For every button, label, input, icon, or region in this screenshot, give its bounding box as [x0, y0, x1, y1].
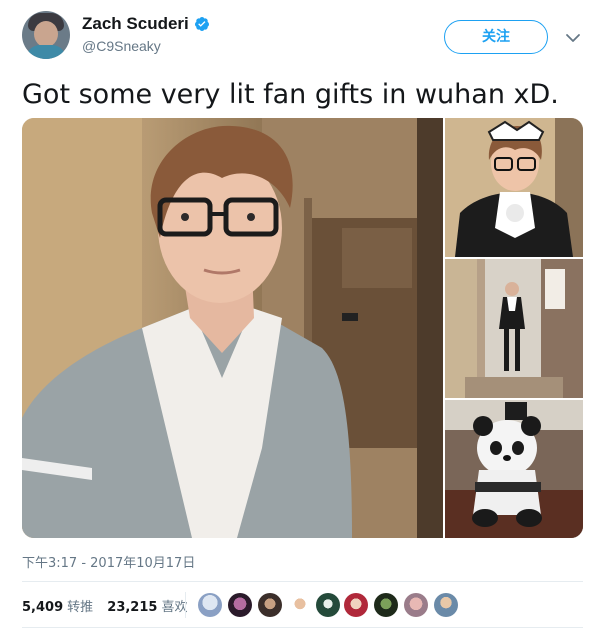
stats-separator [185, 592, 186, 618]
liker-avatar[interactable] [374, 593, 398, 617]
liker-avatar[interactable] [198, 593, 222, 617]
photo-mirror-image [445, 259, 583, 398]
photo-maid-selfie[interactable] [445, 118, 583, 257]
chevron-down-icon[interactable] [563, 28, 583, 48]
liker-avatar[interactable] [316, 593, 340, 617]
tweet-text: Got some very lit fan gifts in wuhan xD. [22, 79, 559, 110]
author-handle[interactable]: @C9Sneaky [82, 38, 161, 54]
divider [22, 581, 583, 582]
tweet-timestamp[interactable]: 下午3:17 - 2017年10月17日 [22, 552, 195, 571]
tweet-card: Zach Scuderi @C9Sneaky 关注 Got some very … [0, 0, 605, 630]
liker-avatar[interactable] [288, 593, 312, 617]
divider [22, 627, 583, 628]
photo-selfie-image [22, 118, 443, 538]
liker-avatar[interactable] [228, 593, 252, 617]
follow-button[interactable]: 关注 [444, 20, 548, 54]
author-name[interactable]: Zach Scuderi [82, 14, 189, 34]
photo-panda-plush-image [445, 400, 583, 538]
verified-badge-icon [194, 17, 209, 31]
photo-selfie[interactable] [22, 118, 443, 538]
photo-panda-plush[interactable] [445, 400, 583, 538]
likes-count: 23,215 [107, 600, 158, 615]
retweets-stat[interactable]: 5,409 转推 [22, 596, 93, 615]
likes-label: 喜欢 [161, 600, 188, 615]
liker-avatar[interactable] [434, 593, 458, 617]
retweets-label: 转推 [67, 600, 94, 615]
liker-avatar[interactable] [404, 593, 428, 617]
media-grid [22, 118, 583, 538]
photo-maid-selfie-image [445, 118, 583, 257]
tweet-stats: 5,409 转推 23,215 喜欢 [22, 596, 197, 615]
likes-stat[interactable]: 23,215 喜欢 [107, 596, 187, 615]
liker-avatar[interactable] [258, 593, 282, 617]
photo-mirror[interactable] [445, 259, 583, 398]
liker-avatar[interactable] [344, 593, 368, 617]
retweets-count: 5,409 [22, 600, 64, 615]
author-avatar[interactable] [22, 11, 70, 59]
